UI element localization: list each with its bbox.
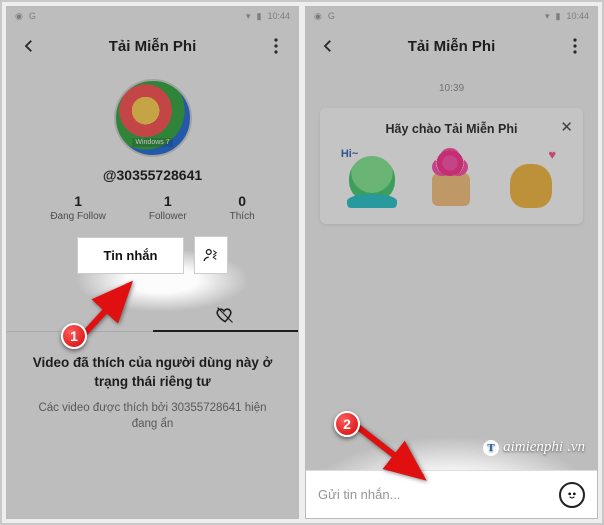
clock: 10:44	[566, 11, 589, 21]
message-input-bar	[306, 470, 597, 518]
notice-title: Video đã thích của người dùng này ở trạn…	[31, 354, 274, 392]
greeting-title: Hãy chào Tải Miễn Phi	[332, 122, 571, 136]
status-bar: ◉ G ▾ ▮ 10:44	[7, 7, 298, 25]
status-bar: ◉ G ▾ ▮ 10:44	[306, 7, 597, 25]
callout-arrow-1	[79, 275, 149, 344]
close-icon[interactable]: ✕	[560, 118, 573, 136]
back-icon[interactable]	[19, 36, 39, 56]
sticker-flower-hand[interactable]	[422, 150, 480, 208]
user-handle: @30355728641	[103, 167, 202, 183]
sticker-cat[interactable]	[502, 150, 560, 208]
profile-header: Tải Miễn Phi	[7, 25, 298, 67]
avatar[interactable]: Windows 7	[114, 79, 192, 157]
callout-marker-1: 1	[61, 323, 87, 349]
wifi-icon: ▾	[246, 11, 251, 22]
more-icon[interactable]	[266, 36, 286, 56]
battery-icon: ▮	[556, 11, 561, 22]
back-icon[interactable]	[318, 36, 338, 56]
shield-icon: ◉	[314, 11, 322, 22]
wifi-icon: ▾	[545, 11, 550, 22]
more-icon[interactable]	[565, 36, 585, 56]
profile-tabs	[7, 300, 298, 332]
stat-followers[interactable]: 1 Follower	[149, 193, 187, 222]
watermark-suffix: .vn	[567, 439, 585, 456]
chat-title: Tải Miễn Phi	[338, 38, 565, 55]
liked-private-notice: Video đã thích của người dùng này ở trạn…	[7, 332, 298, 454]
sticker-alien[interactable]: Hi~	[343, 150, 401, 208]
watermark-badge: T	[483, 440, 499, 456]
tab-liked[interactable]	[153, 300, 299, 332]
g-indicator: G	[328, 11, 335, 21]
greeting-card: ✕ Hãy chào Tải Miễn Phi Hi~	[320, 108, 583, 224]
avatar-caption: Windows 7	[132, 138, 172, 147]
stat-likes[interactable]: 0 Thích	[230, 193, 255, 222]
shield-icon: ◉	[15, 11, 23, 22]
watermark-text: aimienphi	[503, 439, 563, 456]
chat-timestamp: 10:39	[306, 67, 597, 102]
watermark: T aimienphi.vn	[483, 439, 585, 456]
suggest-friends-button[interactable]	[194, 236, 228, 274]
stat-following[interactable]: 1 Đang Follow	[50, 193, 106, 222]
page-title: Tải Miễn Phi	[39, 38, 266, 55]
g-indicator: G	[29, 11, 36, 21]
clock: 10:44	[267, 11, 290, 21]
emoji-icon[interactable]	[559, 482, 585, 508]
left-screenshot: ◉ G ▾ ▮ 10:44 Tải Miễn Phi Windows 7 @30…	[6, 6, 299, 519]
stats-row: 1 Đang Follow 1 Follower 0 Thích	[29, 193, 276, 222]
battery-icon: ▮	[257, 11, 262, 22]
chat-header: Tải Miễn Phi	[306, 25, 597, 67]
callout-marker-2: 2	[334, 411, 360, 437]
message-button[interactable]: Tin nhắn	[77, 237, 185, 274]
right-screenshot: ◉ G ▾ ▮ 10:44 Tải Miễn Phi 10:39 ✕ Hãy c…	[305, 6, 598, 519]
sticker-hi-label: Hi~	[341, 148, 358, 160]
notice-subtitle: Các video được thích bởi 30355728641 hiệ…	[31, 400, 274, 432]
callout-arrow-2	[352, 421, 438, 492]
